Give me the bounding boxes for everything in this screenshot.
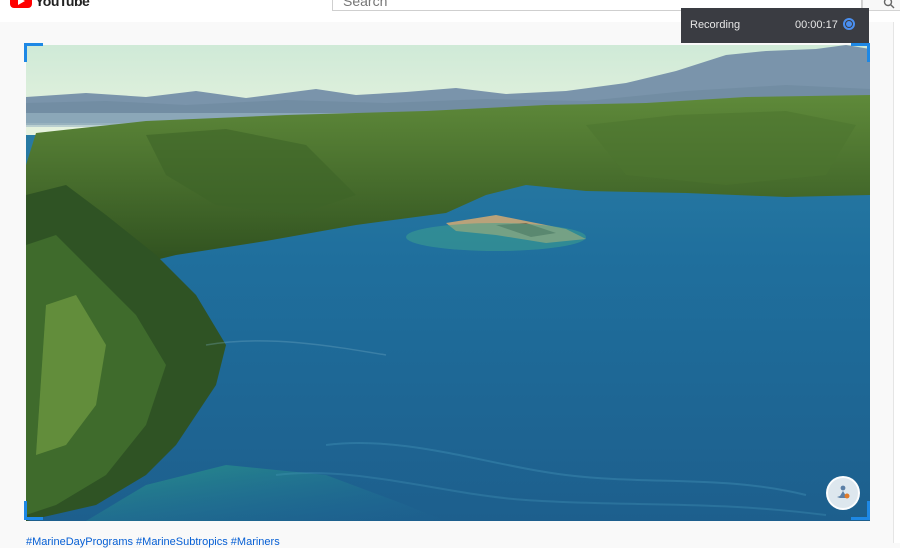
selection-corner-bottom-right[interactable] bbox=[851, 501, 870, 520]
youtube-logo[interactable]: YouTube bbox=[10, 0, 90, 9]
selection-corner-bottom-left[interactable] bbox=[24, 501, 43, 520]
youtube-play-icon bbox=[10, 0, 32, 8]
selection-corner-top-left[interactable] bbox=[24, 43, 43, 62]
meditation-figure-icon bbox=[837, 485, 850, 499]
right-panel-edge bbox=[893, 22, 900, 543]
recording-timer: 00:00:17 bbox=[795, 19, 838, 31]
recording-label: Recording bbox=[690, 19, 741, 31]
search-icon bbox=[883, 0, 895, 9]
selection-corner-top-right[interactable] bbox=[851, 43, 870, 62]
record-status-icon[interactable] bbox=[843, 18, 855, 30]
video-hashtags[interactable]: #MarineDayPrograms #MarineSubtropics #Ma… bbox=[26, 536, 280, 548]
recording-panel: Recording 00:00:17 bbox=[681, 8, 869, 43]
search-input[interactable] bbox=[333, 0, 693, 10]
youtube-logo-text: YouTube bbox=[35, 0, 90, 9]
video-player[interactable] bbox=[26, 45, 870, 521]
video-frame bbox=[26, 45, 870, 521]
